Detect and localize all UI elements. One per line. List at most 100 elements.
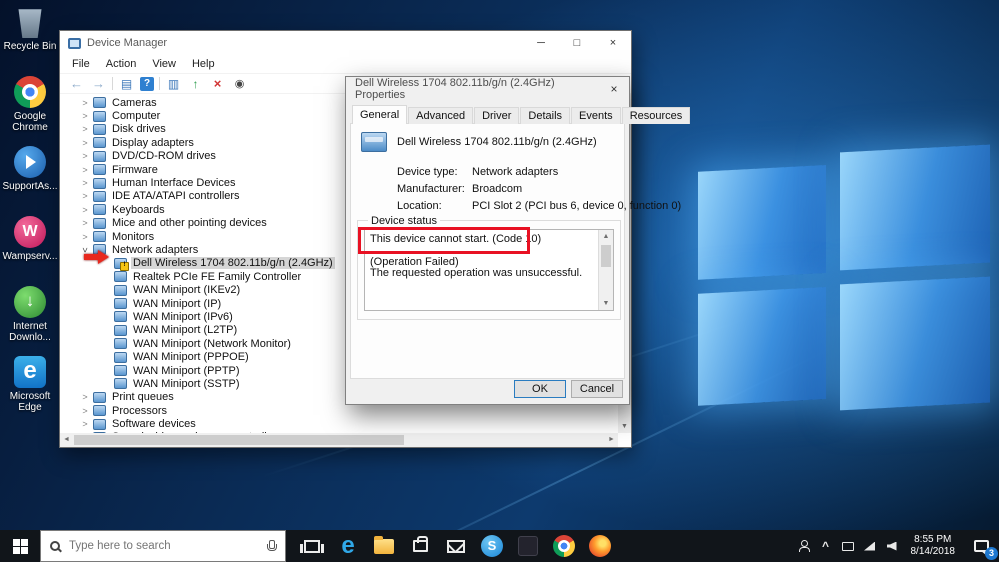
display-adapter-icon [93, 137, 106, 149]
ok-button[interactable]: OK [514, 380, 566, 398]
chevron-icon[interactable]: > [80, 98, 90, 108]
device-status-textbox[interactable]: This device cannot start. (Code 10) (Ope… [364, 229, 614, 311]
scroll-right-icon[interactable]: ► [605, 433, 618, 447]
tray-chevron-up[interactable]: ^ [815, 530, 837, 562]
scrollbar-thumb[interactable] [601, 245, 611, 267]
search-input[interactable] [69, 540, 258, 552]
minimize-button[interactable]: ─ [523, 31, 559, 55]
maximize-button[interactable]: □ [559, 31, 595, 55]
scroll-down-icon[interactable]: ▼ [618, 421, 631, 433]
toolbar-separator[interactable] [112, 77, 113, 90]
tray-tablet[interactable] [837, 530, 859, 562]
tab-details[interactable]: Details [520, 107, 571, 124]
scroll-left-icon[interactable]: ◄ [60, 433, 73, 447]
chevron-icon[interactable]: > [80, 392, 90, 402]
field-row: Manufacturer: Broadcom [397, 183, 522, 195]
close-button[interactable]: × [595, 31, 631, 55]
windows-logo-pane [840, 276, 990, 411]
chevron-icon[interactable]: > [80, 151, 90, 161]
back-icon[interactable]: ← [68, 76, 85, 92]
help-icon[interactable]: ? [140, 76, 154, 91]
desktop-icon-supportassist[interactable]: SupportAs... [2, 146, 58, 208]
tray-people[interactable] [793, 530, 815, 562]
taskbar-app-skype[interactable] [474, 530, 510, 562]
tree-item-label: Realtek PCIe FE Family Controller [133, 270, 302, 283]
tree-item-label: Print queues [112, 391, 174, 404]
taskbar-search[interactable] [40, 530, 286, 562]
taskbar-app-dark[interactable] [510, 530, 546, 562]
horizontal-scrollbar[interactable]: ◄ ► [60, 433, 618, 447]
chevron-icon[interactable]: > [80, 406, 90, 416]
tab-driver[interactable]: Driver [474, 107, 520, 124]
chevron-icon[interactable]: > [80, 218, 90, 228]
dialog-close-button[interactable]: × [599, 77, 629, 101]
tab-resources[interactable]: Resources [621, 107, 691, 124]
chevron-icon[interactable]: > [80, 178, 90, 188]
menu-action[interactable]: Action [98, 58, 145, 70]
taskbar-clock[interactable]: 8:55 PM 8/14/2018 [903, 534, 964, 558]
group-label: Device status [368, 215, 441, 227]
tree-item-label: WAN Miniport (L2TP) [133, 324, 238, 337]
action-center-button[interactable]: 3 [963, 530, 999, 562]
status-scrollbar[interactable]: ▲ ▼ [598, 230, 613, 310]
tab-advanced[interactable]: Advanced [408, 107, 474, 124]
tab-general[interactable]: General [352, 105, 408, 124]
chevron-icon[interactable]: > [80, 191, 90, 201]
mail-icon [447, 539, 465, 553]
toolbar-separator[interactable] [159, 77, 160, 90]
microphone-icon[interactable] [267, 539, 277, 553]
scan-hardware-icon[interactable]: ▥ [165, 76, 182, 92]
scrollbar-thumb[interactable] [74, 435, 404, 445]
disk-drive-icon [93, 123, 106, 135]
cancel-button[interactable]: Cancel [571, 380, 623, 398]
task-view-button[interactable] [294, 530, 330, 562]
dialog-title-bar[interactable]: Dell Wireless 1704 802.11b/g/n (2.4GHz) … [346, 77, 629, 101]
scroll-up-icon[interactable]: ▲ [599, 230, 613, 243]
app-dark-icon [518, 536, 538, 556]
menu-bar: File Action View Help [60, 55, 631, 74]
disable-device-icon[interactable]: ◉ [231, 76, 248, 92]
field-row: Device type: Network adapters [397, 166, 558, 178]
dialog-tabs: General Advanced Driver Details Events Resour… [352, 105, 691, 124]
start-button[interactable] [0, 530, 40, 562]
desktop-icon-google-chrome[interactable]: Google Chrome [2, 76, 58, 138]
desktop-icon-internet-download-manager[interactable]: Internet Downlo... [2, 286, 58, 348]
taskbar-app-store[interactable] [402, 530, 438, 562]
device-manager-title-bar[interactable]: Device Manager ─ □ × [60, 31, 631, 55]
taskbar-app-edge[interactable] [330, 530, 366, 562]
microsoft-edge-icon [14, 356, 46, 388]
tree-item[interactable]: > Software devices [60, 417, 618, 430]
device-status-group: Device status This device cannot start. … [357, 215, 621, 320]
tray-volume[interactable] [881, 530, 903, 562]
forward-icon[interactable]: → [90, 76, 107, 92]
taskbar-app-mail[interactable] [438, 530, 474, 562]
taskbar-app-chrome[interactable] [546, 530, 582, 562]
taskbar-app-firefox[interactable] [582, 530, 618, 562]
chevron-icon[interactable]: > [80, 419, 90, 429]
tree-item-label: Monitors [112, 230, 155, 243]
tree-item-label: Display adapters [112, 136, 194, 149]
menu-file[interactable]: File [64, 58, 98, 70]
google-chrome-icon [14, 76, 46, 108]
menu-view[interactable]: View [144, 58, 184, 70]
chevron-icon[interactable]: > [80, 232, 90, 242]
desktop-icon-label: Internet Downlo... [9, 321, 51, 343]
tab-events[interactable]: Events [571, 107, 621, 124]
taskbar-app-file-explorer[interactable] [366, 530, 402, 562]
console-window-icon[interactable]: ▤ [118, 76, 135, 92]
uninstall-device-icon[interactable]: × [209, 76, 226, 92]
tray-network[interactable] [859, 530, 881, 562]
dvd-drive-icon [93, 150, 106, 162]
chevron-icon[interactable]: > [80, 205, 90, 215]
scroll-down-icon[interactable]: ▼ [599, 297, 613, 310]
chevron-icon[interactable]: > [80, 124, 90, 134]
chevron-icon[interactable]: > [80, 138, 90, 148]
desktop-icon-microsoft-edge[interactable]: Microsoft Edge [2, 356, 58, 418]
tree-item[interactable]: > Processors [60, 404, 618, 417]
chevron-icon[interactable]: > [80, 111, 90, 121]
menu-help[interactable]: Help [184, 58, 223, 70]
desktop-icon-recycle-bin[interactable]: Recycle Bin [2, 6, 58, 68]
update-driver-icon[interactable]: ↑ [187, 76, 204, 92]
desktop-icon-wampserver[interactable]: Wampserv... [2, 216, 58, 278]
chevron-icon[interactable]: > [80, 165, 90, 175]
